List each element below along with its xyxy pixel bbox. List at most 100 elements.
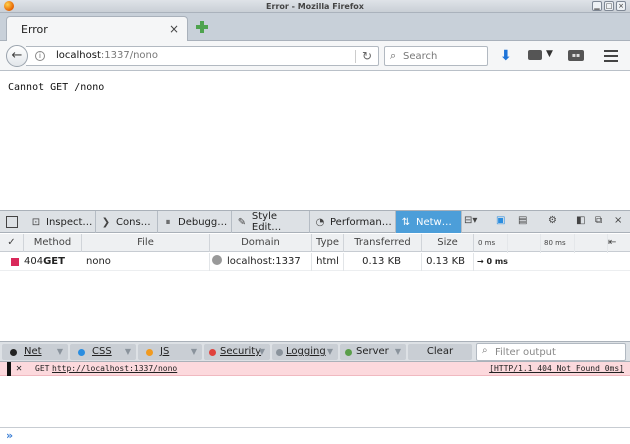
col-file[interactable]: File xyxy=(82,234,210,252)
col-transferred[interactable]: Transferred xyxy=(344,234,422,252)
hamburger-menu-icon[interactable] xyxy=(604,50,618,62)
page-content: Cannot GET /nono xyxy=(0,72,630,210)
filter-net-label: Net xyxy=(24,346,42,357)
close-window-icon[interactable]: × xyxy=(616,1,626,11)
split-console-icon[interactable]: ⊟▾ xyxy=(464,215,477,226)
debugger-icon: ⏸ xyxy=(165,216,171,228)
back-arrow-icon: ← xyxy=(11,48,23,63)
message-status-link[interactable]: [HTTP/1.1 404 Not Found 0ms] xyxy=(489,364,624,373)
filter-js-label: JS xyxy=(160,346,170,357)
request-transferred: 0.13 KB xyxy=(344,253,422,271)
tab-strip: Error × xyxy=(0,13,630,42)
status-indicator xyxy=(11,258,19,266)
filter-js-button[interactable]: JS ▼ xyxy=(138,344,202,360)
close-devtools-icon[interactable]: × xyxy=(614,215,622,226)
filter-css-label: CSS xyxy=(92,346,112,357)
sync-icon[interactable] xyxy=(528,50,542,60)
filter-net-button[interactable]: Net ▼ xyxy=(2,344,68,360)
tab-close-icon[interactable]: × xyxy=(169,22,179,36)
reload-icon[interactable]: ↻ xyxy=(362,49,372,63)
security-dot-icon xyxy=(209,349,216,356)
filter-server-button[interactable]: Server ▼ xyxy=(340,344,406,360)
filter-logging-label: Logging xyxy=(286,346,326,357)
console-input-line[interactable]: » xyxy=(0,427,630,444)
page-body-text: Cannot GET /nono xyxy=(8,82,105,93)
search-input[interactable] xyxy=(403,49,483,63)
chevron-down-icon: ▼ xyxy=(190,347,197,356)
network-icon: ⇅ xyxy=(401,216,411,228)
window-titlebar: Error - Mozilla Firefox ▁ □ × xyxy=(0,0,630,13)
table-row[interactable]: 404GET nono localhost:1337 html 0.13 KB … xyxy=(0,253,630,271)
extension-icon[interactable]: ▪▪ xyxy=(568,50,584,61)
request-type: html xyxy=(312,253,344,271)
tab-inspector[interactable]: ⊡ Inspect… xyxy=(26,211,96,233)
dock-side-icon[interactable]: ◧ xyxy=(576,215,585,226)
console-message[interactable]: ✕ GET http://localhost:1337/nono [HTTP/1… xyxy=(0,362,630,376)
server-dot-icon xyxy=(345,349,352,356)
browser-tab[interactable]: Error × xyxy=(6,16,188,42)
request-status-method: 404GET xyxy=(24,253,82,271)
message-url-link[interactable]: http://localhost:1337/nono xyxy=(52,364,177,373)
window-title: Error - Mozilla Firefox xyxy=(266,2,364,11)
chevron-down-icon: ▼ xyxy=(56,347,63,356)
back-button[interactable]: ← xyxy=(6,45,28,67)
net-dot-icon xyxy=(10,349,17,356)
style-editor-icon: ✎ xyxy=(237,216,247,228)
url-path: :1337/nono xyxy=(100,50,158,61)
error-icon: ✕ xyxy=(16,363,23,374)
navigation-toolbar: i localhost:1337/nono ↻ ← ⌕ ⬇ ▼ ▪▪ xyxy=(0,41,630,71)
request-method: GET xyxy=(43,256,65,267)
col-type[interactable]: Type xyxy=(312,234,344,252)
filter-css-button[interactable]: CSS ▼ xyxy=(70,344,136,360)
clear-button[interactable]: Clear xyxy=(408,344,472,360)
settings-gear-icon[interactable]: ⚙ xyxy=(548,215,557,226)
search-icon: ⌕ xyxy=(482,345,488,356)
responsive-design-icon[interactable]: ▣ xyxy=(496,215,505,226)
tab-debugger[interactable]: ⏸ Debugg… xyxy=(158,211,232,233)
message-method: GET xyxy=(35,364,50,373)
tab-network[interactable]: ⇅ Netw… xyxy=(396,211,462,233)
tab-style-editor[interactable]: ✎ Style Edit… xyxy=(232,211,310,233)
tab-console[interactable]: ❯ Cons… xyxy=(96,211,158,233)
search-bar[interactable]: ⌕ xyxy=(384,46,488,66)
inspector-icon: ⊡ xyxy=(31,216,41,228)
tab-performance[interactable]: ◔ Performan… xyxy=(310,211,396,233)
console-output-area xyxy=(0,377,630,427)
tab-console-label: Cons… xyxy=(116,216,151,228)
downloads-icon[interactable]: ⬇ xyxy=(500,48,512,64)
filter-logging-button[interactable]: Logging ▼ xyxy=(272,344,338,360)
tab-network-label: Netw… xyxy=(416,216,452,228)
filter-output-input[interactable] xyxy=(495,345,621,359)
message-category-bar xyxy=(7,362,11,376)
element-picker-icon[interactable] xyxy=(6,216,18,228)
devtools-toolbar: ⊡ Inspect… ❯ Cons… ⏸ Debugg… ✎ Style Edit… ◔… xyxy=(0,210,630,233)
filter-output-box[interactable]: ⌕ xyxy=(476,343,626,361)
url-host: localhost xyxy=(56,50,101,61)
tab-performance-label: Performan… xyxy=(330,216,392,228)
url-bar[interactable]: i localhost:1337/nono ↻ xyxy=(26,46,379,66)
css-dot-icon xyxy=(78,349,85,356)
filter-security-button[interactable]: Security ▼ xyxy=(204,344,270,360)
col-status[interactable]: ✓ xyxy=(0,234,24,252)
chevron-down-icon: ▼ xyxy=(258,347,265,356)
js-dot-icon xyxy=(146,349,153,356)
chevron-down-icon[interactable]: ▼ xyxy=(546,49,553,59)
col-method[interactable]: Method xyxy=(24,234,82,252)
new-tab-icon[interactable] xyxy=(196,21,208,33)
filter-server-label: Server xyxy=(356,346,389,357)
scratchpad-icon[interactable]: ▤ xyxy=(518,215,527,226)
separate-window-icon[interactable]: ⧉ xyxy=(595,215,602,226)
chevron-down-icon: ▼ xyxy=(326,347,333,356)
col-domain[interactable]: Domain xyxy=(210,234,312,252)
request-size: 0.13 KB xyxy=(422,253,474,271)
performance-icon: ◔ xyxy=(315,216,325,228)
minimize-icon[interactable]: ▁ xyxy=(592,1,602,11)
site-info-icon[interactable]: i xyxy=(35,51,45,61)
logging-dot-icon xyxy=(276,349,283,356)
maximize-icon[interactable]: □ xyxy=(604,1,614,11)
network-empty-area xyxy=(0,271,630,341)
url-text[interactable]: localhost:1337/nono xyxy=(56,50,158,61)
col-size[interactable]: Size xyxy=(422,234,474,252)
console-icon: ❯ xyxy=(101,216,111,228)
request-domain: localhost:1337 xyxy=(227,256,301,267)
